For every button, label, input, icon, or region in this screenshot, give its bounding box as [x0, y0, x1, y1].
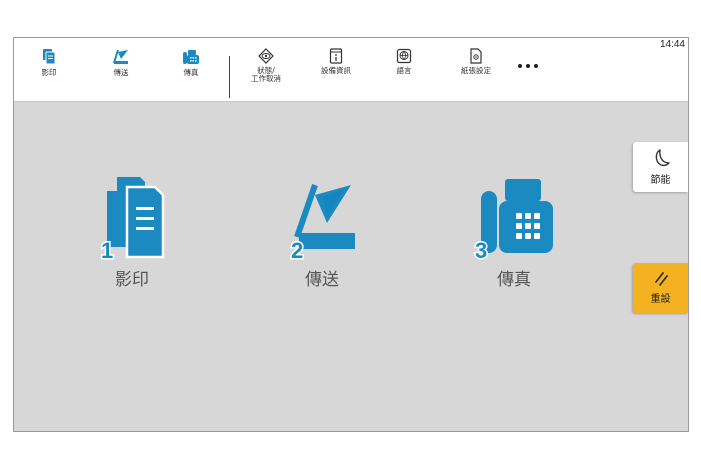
send-icon: [113, 49, 128, 64]
toolbar-fax-button[interactable]: 傳真: [174, 48, 208, 96]
device-screen: 14:44 影印 傳送 傳真 狀態/ 工作取消 設備資訊 語言 紙張設定 1 影…: [13, 37, 689, 432]
paper-icon: [470, 48, 482, 64]
toolbar-job-status-button[interactable]: 狀態/ 工作取消: [246, 48, 286, 96]
toolbar-fax-label: 傳真: [183, 68, 199, 77]
fax-icon: [183, 50, 199, 64]
clock: 14:44: [659, 39, 685, 50]
copy-icon: [43, 49, 56, 65]
reset-button[interactable]: 重設: [633, 263, 688, 313]
toolbar-device-info-button[interactable]: 設備資訊: [316, 48, 356, 96]
app-send-button[interactable]: 2 傳送: [262, 173, 382, 290]
toolbar-language-button[interactable]: 語言: [387, 48, 421, 96]
reset-label: 重設: [650, 294, 671, 305]
toolbar-language-label: 語言: [396, 66, 412, 75]
toolbar-paper-settings-button[interactable]: 紙張設定: [456, 48, 496, 96]
send-icon: 2: [290, 184, 355, 261]
top-toolbar: 14:44 影印 傳送 傳真 狀態/ 工作取消 設備資訊 語言 紙張設定: [14, 38, 688, 102]
app-fax-label: 傳真: [497, 270, 531, 290]
more-dot: [518, 64, 522, 68]
app-copy-button[interactable]: 1 影印: [72, 173, 192, 290]
job-status-label-line2: 工作取消: [251, 74, 281, 83]
eye-icon: [258, 48, 274, 64]
toolbar-copy-label: 影印: [41, 68, 57, 77]
more-dot: [526, 64, 530, 68]
energy-saver-label: 節能: [650, 175, 671, 186]
copy-icon: 1: [100, 177, 165, 261]
app-send-label: 傳送: [305, 270, 339, 290]
energy-saver-button[interactable]: 節能: [633, 142, 688, 192]
fax-icon: 3: [474, 179, 553, 261]
app-fax-button[interactable]: 3 傳真: [454, 173, 574, 290]
app-fax-number: 3: [475, 238, 487, 261]
moon-icon: [655, 149, 670, 167]
info-icon: [329, 48, 343, 64]
app-copy-number: 1: [101, 238, 113, 261]
toolbar-copy-button[interactable]: 影印: [32, 48, 66, 96]
more-dot: [534, 64, 538, 68]
toolbar-send-button[interactable]: 傳送: [104, 48, 138, 96]
toolbar-divider: [229, 56, 230, 98]
more-icon[interactable]: [518, 64, 538, 68]
toolbar-paper-settings-label: 紙張設定: [461, 66, 491, 75]
globe-icon: [396, 48, 412, 64]
toolbar-device-info-label: 設備資訊: [321, 66, 351, 75]
toolbar-job-status-label: 狀態/ 工作取消: [251, 67, 281, 83]
toolbar-send-label: 傳送: [113, 68, 129, 77]
app-send-number: 2: [291, 238, 303, 261]
reset-icon: [654, 272, 668, 286]
app-copy-label: 影印: [115, 270, 149, 290]
